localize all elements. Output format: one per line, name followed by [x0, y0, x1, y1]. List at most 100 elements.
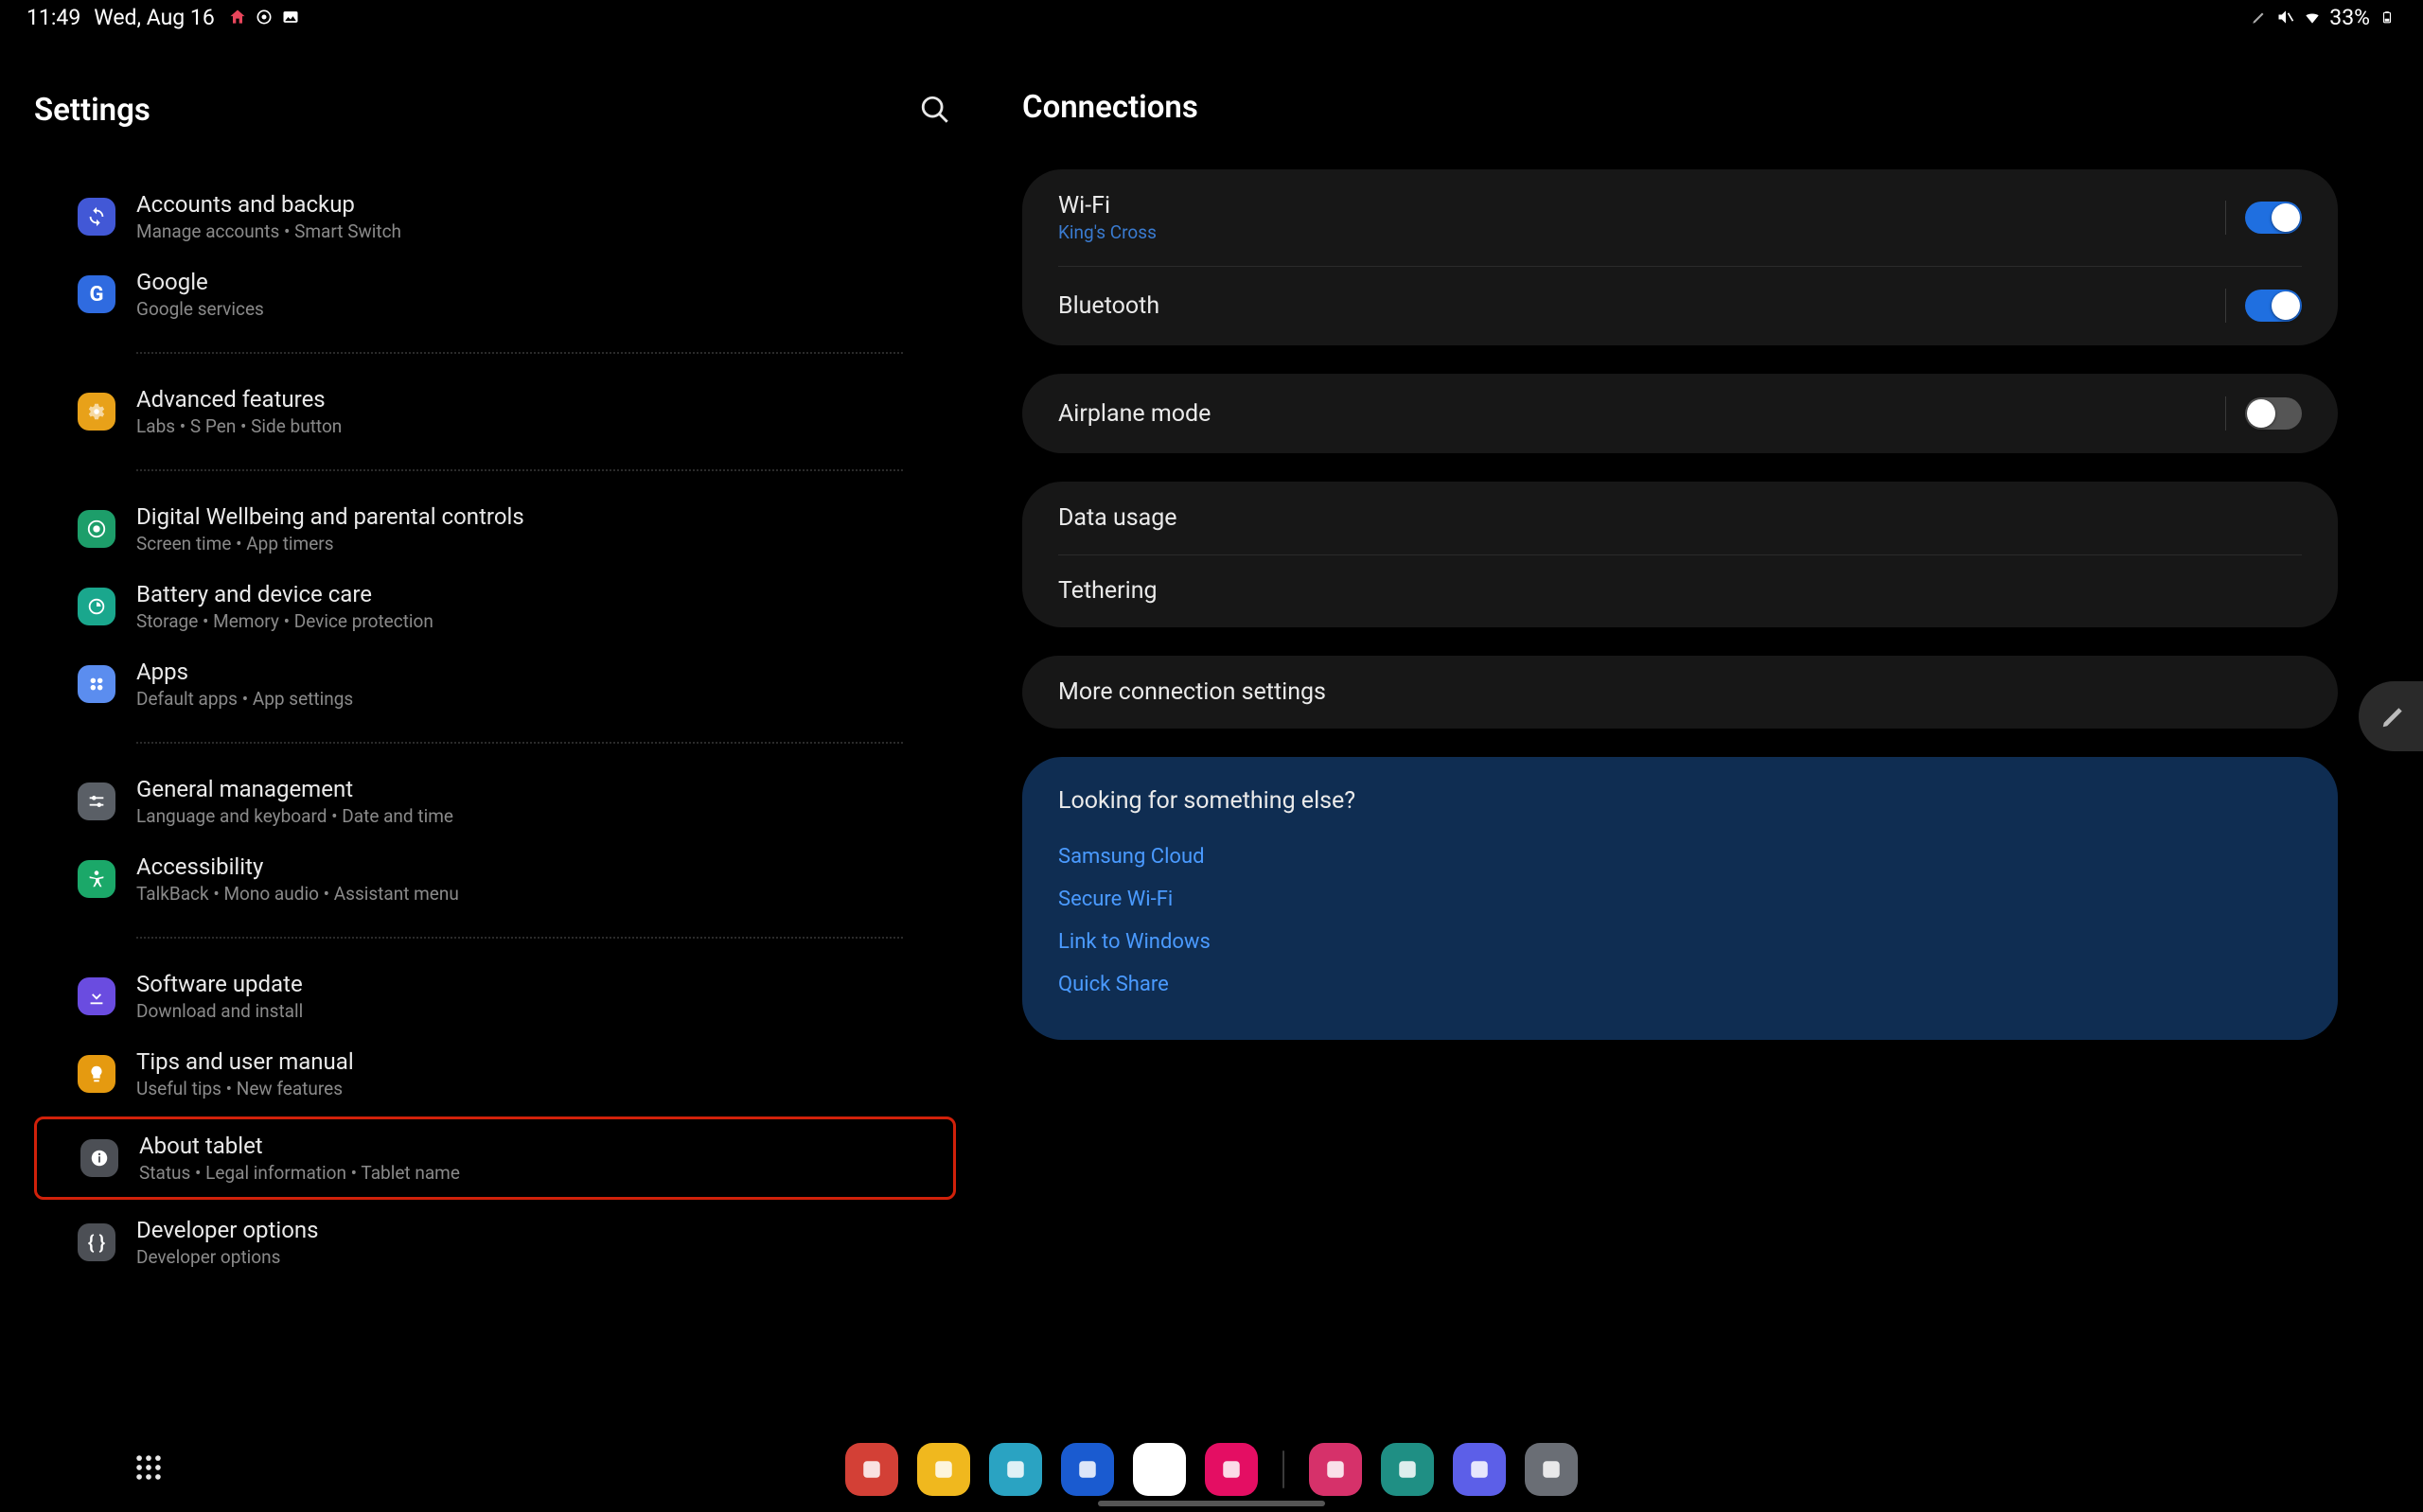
calendar-app[interactable]: [989, 1443, 1042, 1496]
settings-item-title: Tips and user manual: [136, 1048, 354, 1075]
settings-item-accounts-and-backup[interactable]: Accounts and backup Manage accounts • Sm…: [34, 178, 956, 255]
settings-item-subtitle: Download and install: [136, 1000, 303, 1022]
suggest-link-secure-wi-fi[interactable]: Secure Wi-Fi: [1058, 878, 2302, 921]
row-title: More connection settings: [1058, 678, 1326, 706]
toggle-airplane-mode[interactable]: [2245, 397, 2302, 430]
row-title: Airplane mode: [1058, 400, 1211, 428]
home-indicator[interactable]: [1098, 1501, 1325, 1506]
grid-app[interactable]: [1453, 1443, 1506, 1496]
wifi-icon: [2303, 8, 2322, 26]
settings-item-advanced-features[interactable]: Advanced features Labs • S Pen • Side bu…: [34, 373, 956, 450]
settings-item-title: Accessibility: [136, 853, 459, 880]
detail-pane: Connections Wi-FiKing's Cross Bluetooth …: [994, 57, 2423, 1427]
settings-item-apps[interactable]: Apps Default apps • App settings: [34, 645, 956, 723]
info-icon: [80, 1139, 118, 1177]
notes-app-icon: [858, 1455, 886, 1484]
sync-icon: [78, 198, 115, 236]
search-button[interactable]: [914, 89, 956, 131]
status-right: 33%: [2250, 5, 2396, 30]
card-data-tether: Data usage Tethering: [1022, 482, 2338, 627]
gear-status-icon: [255, 8, 274, 26]
divider: [136, 742, 903, 744]
settings-item-software-update[interactable]: Software update Download and install: [34, 958, 956, 1035]
camera-app[interactable]: [1205, 1443, 1258, 1496]
notes-app[interactable]: [845, 1443, 898, 1496]
care-icon: [78, 588, 115, 625]
settings-item-battery-and-device-care[interactable]: Battery and device care Storage • Memory…: [34, 568, 956, 645]
all-apps-button[interactable]: [133, 1451, 165, 1487]
suggest-link-quick-share[interactable]: Quick Share: [1058, 963, 2302, 1006]
status-notification-icons: [228, 8, 300, 26]
settings-item-subtitle: TalkBack • Mono audio • Assistant menu: [136, 883, 459, 905]
battery-percent: 33%: [2329, 5, 2370, 30]
separator: [2225, 201, 2226, 235]
battery-icon: [2378, 8, 2396, 26]
card-more-conn: More connection settings: [1022, 656, 2338, 729]
settings-item-title: Battery and device care: [136, 581, 433, 607]
settings-app-icon: [1537, 1455, 1565, 1484]
toggle-bluetooth[interactable]: [2245, 290, 2302, 322]
settings-item-title: Advanced features: [136, 386, 342, 413]
settings-title: Settings: [34, 92, 150, 129]
row-title: Tethering: [1058, 577, 1158, 605]
settings-item-digital-wellbeing-and-parental-controls[interactable]: Digital Wellbeing and parental controls …: [34, 490, 956, 568]
row-wi-fi[interactable]: Wi-FiKing's Cross: [1022, 169, 2338, 266]
settings-item-developer-options[interactable]: { } Developer options Developer options: [34, 1204, 956, 1281]
settings-item-google[interactable]: G Google Google services: [34, 255, 956, 333]
row-tethering[interactable]: Tethering: [1022, 554, 2338, 627]
card-airplane: Airplane mode: [1022, 374, 2338, 453]
divider: [136, 352, 903, 354]
teams-app[interactable]: [1381, 1443, 1434, 1496]
zoom-app[interactable]: [1309, 1443, 1362, 1496]
taskbar: [0, 1427, 2423, 1512]
settings-item-title: Apps: [136, 659, 353, 685]
calendar-app-icon: [1001, 1455, 1030, 1484]
grid-app-icon: [1465, 1455, 1494, 1484]
edit-fab[interactable]: [2359, 681, 2423, 751]
settings-item-title: Digital Wellbeing and parental controls: [136, 503, 524, 530]
row-data-usage[interactable]: Data usage: [1022, 482, 2338, 554]
files-app[interactable]: [917, 1443, 970, 1496]
settings-item-subtitle: Status • Legal information • Tablet name: [139, 1162, 460, 1184]
status-date: Wed, Aug 16: [94, 5, 215, 30]
settings-item-subtitle: Useful tips • New features: [136, 1078, 354, 1099]
apps-grid-icon: [133, 1451, 165, 1484]
settings-item-title: General management: [136, 776, 453, 802]
suggest-link-samsung-cloud[interactable]: Samsung Cloud: [1058, 835, 2302, 878]
dock-separator: [1282, 1450, 1284, 1488]
toggle-wi-fi[interactable]: [2245, 202, 2302, 234]
wellbeing-icon: [78, 510, 115, 548]
messages-app-icon: [1073, 1455, 1102, 1484]
separator: [2225, 289, 2226, 323]
suggest-link-link-to-windows[interactable]: Link to Windows: [1058, 921, 2302, 963]
settings-item-general-management[interactable]: General management Language and keyboard…: [34, 763, 956, 840]
messages-app[interactable]: [1061, 1443, 1114, 1496]
home-icon: [228, 8, 247, 26]
row-bluetooth[interactable]: Bluetooth: [1022, 266, 2338, 345]
files-app-icon: [929, 1455, 958, 1484]
settings-app[interactable]: [1525, 1443, 1578, 1496]
settings-item-subtitle: Developer options: [136, 1246, 319, 1268]
settings-item-subtitle: Labs • S Pen • Side button: [136, 415, 342, 437]
settings-item-subtitle: Default apps • App settings: [136, 688, 353, 710]
card-suggestions: Looking for something else? Samsung Clou…: [1022, 757, 2338, 1040]
settings-item-accessibility[interactable]: Accessibility TalkBack • Mono audio • As…: [34, 840, 956, 918]
status-left: 11:49 Wed, Aug 16: [27, 5, 300, 30]
settings-item-tips-and-user-manual[interactable]: Tips and user manual Useful tips • New f…: [34, 1035, 956, 1113]
settings-item-title: Software update: [136, 971, 303, 997]
google-icon: G: [78, 275, 115, 313]
chrome-app[interactable]: [1133, 1443, 1186, 1496]
row-airplane-mode[interactable]: Airplane mode: [1022, 374, 2338, 453]
download-icon: [78, 977, 115, 1015]
settings-item-about-tablet[interactable]: About tablet Status • Legal information …: [34, 1116, 956, 1200]
settings-item-title: Accounts and backup: [136, 191, 401, 218]
row-title: Wi-Fi: [1058, 192, 1157, 220]
camera-app-icon: [1217, 1455, 1246, 1484]
zoom-app-icon: [1321, 1455, 1350, 1484]
row-title: Bluetooth: [1058, 292, 1159, 320]
settings-item-title: Google: [136, 269, 264, 295]
row-more-connection-settings[interactable]: More connection settings: [1022, 656, 2338, 729]
pen-status-icon: [2250, 8, 2269, 26]
accessibility-icon: [78, 860, 115, 898]
card-wifi-bt: Wi-FiKing's Cross Bluetooth: [1022, 169, 2338, 345]
